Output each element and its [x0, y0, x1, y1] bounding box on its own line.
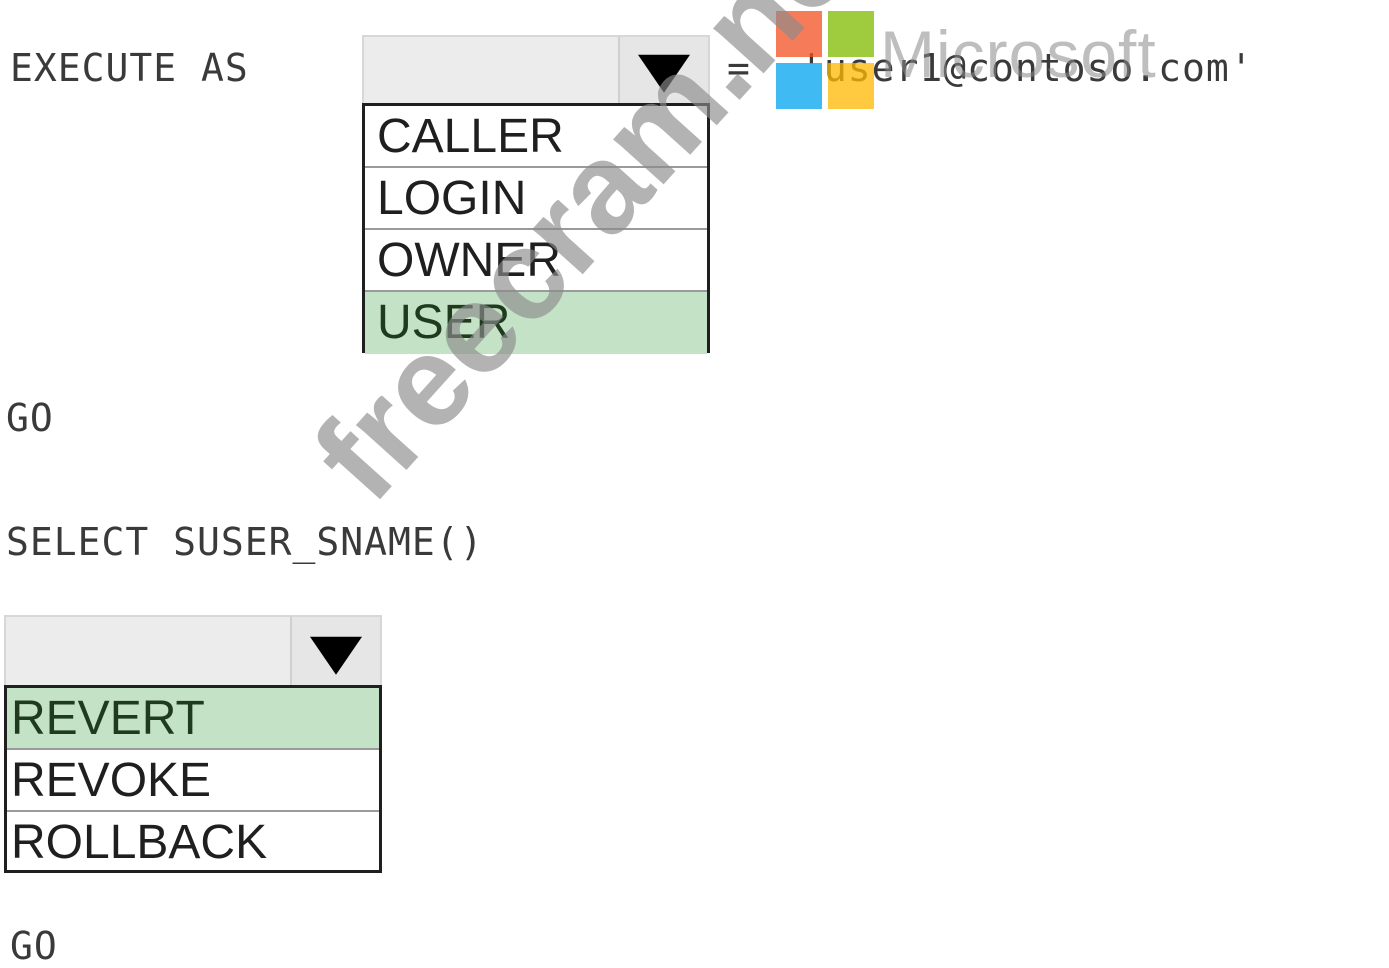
option-revoke[interactable]: REVOKE	[7, 750, 379, 812]
option-revert[interactable]: REVERT	[7, 688, 379, 750]
option-rollback[interactable]: ROLLBACK	[7, 812, 379, 874]
go-statement-2: GO	[10, 924, 58, 968]
logo-yellow-square	[828, 63, 874, 109]
select-statement: SELECT SUSER_SNAME()	[6, 520, 484, 564]
chevron-down-icon	[310, 636, 362, 675]
go-statement-1: GO	[6, 396, 54, 440]
revert-dropdown[interactable]	[4, 615, 382, 689]
microsoft-logo-text: Microsoft	[880, 17, 1157, 91]
dropdown-toggle[interactable]	[290, 617, 380, 687]
revert-options-list: REVERT REVOKE ROLLBACK	[4, 685, 382, 873]
execute-as-keyword: EXECUTE AS	[10, 46, 249, 90]
